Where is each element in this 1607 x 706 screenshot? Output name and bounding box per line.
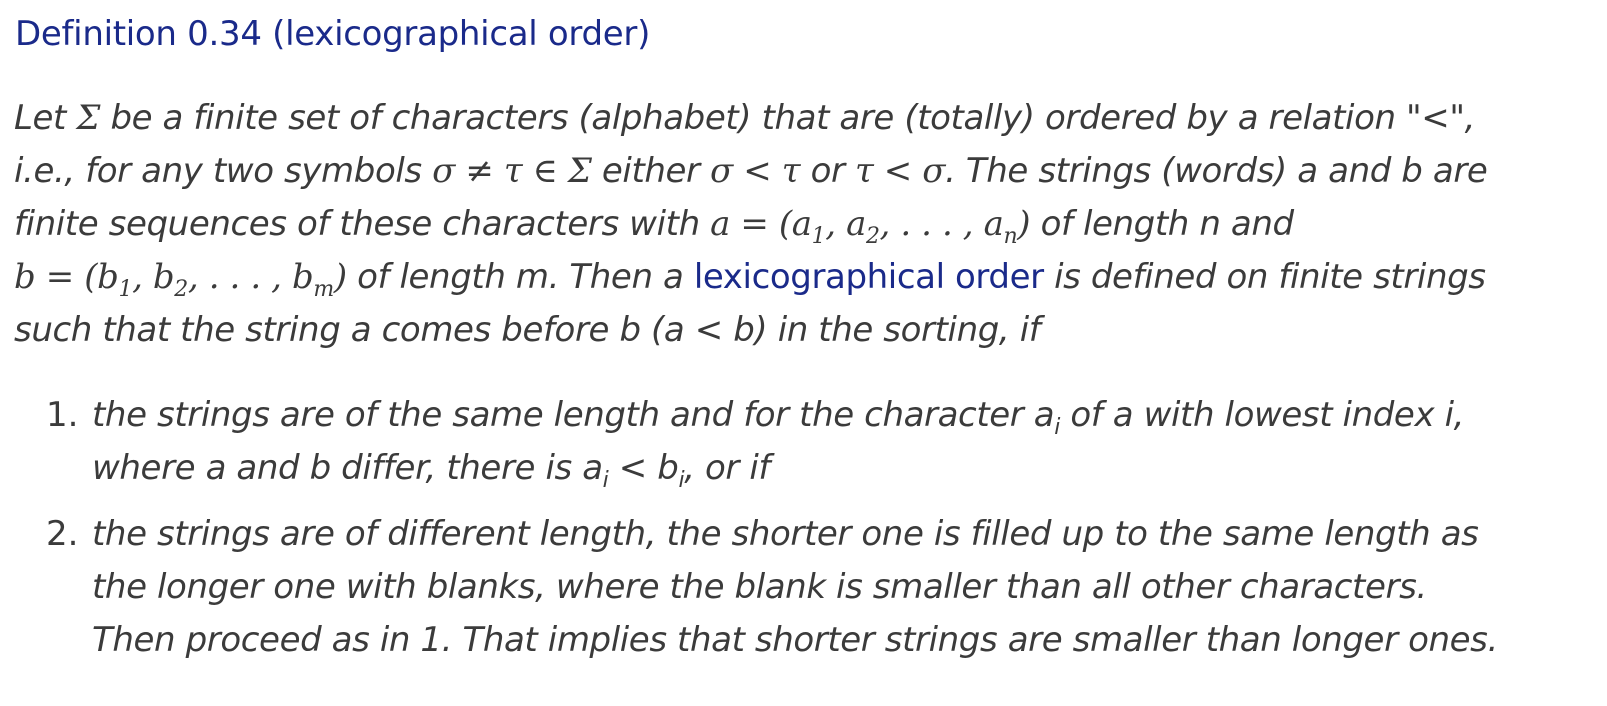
- text-span: be a finite set of characters (alphabet)…: [100, 98, 1476, 138]
- list-number: 2.: [46, 514, 79, 554]
- paragraph-line-1: Let Σ be a finite set of characters (alp…: [14, 98, 1475, 138]
- math-expression: , . . . , b: [187, 257, 314, 297]
- text-span: , or if: [684, 448, 771, 488]
- text-span: . The strings (words) a and b are: [945, 151, 1488, 191]
- math-expression: b = (b: [14, 257, 119, 297]
- text-span: of length m. Then a: [346, 257, 694, 297]
- definition-heading: Definition 0.34 (lexicographical order): [15, 14, 651, 54]
- list-item-2-line-1: the strings are of different length, the…: [92, 514, 1479, 554]
- math-subscript: 2: [174, 276, 188, 302]
- defined-term: lexicographical order: [693, 257, 1044, 297]
- math-expression: τ < σ: [854, 151, 946, 191]
- paragraph-line-3: finite sequences of these characters wit…: [14, 204, 1294, 247]
- math-expression: ): [333, 257, 347, 297]
- math-sigma: Σ: [76, 98, 101, 138]
- definition-page: Definition 0.34 (lexicographical order) …: [0, 0, 1607, 706]
- list-item-2-line-2: the longer one with blanks, where the bl…: [92, 567, 1427, 607]
- math-expression: σ < τ: [710, 151, 801, 191]
- math-expression: , a: [825, 204, 866, 244]
- math-expression: ): [1017, 204, 1031, 244]
- math-expression: σ ≠ τ ∈ Σ: [432, 151, 592, 191]
- text-span: where a and b differ, there is a: [92, 448, 603, 488]
- paragraph-line-2: i.e., for any two symbols σ ≠ τ ∈ Σ eith…: [14, 151, 1488, 191]
- paragraph-line-4: b = (b1, b2, . . . , bm) of length m. Th…: [14, 257, 1486, 300]
- math-subscript: m: [313, 276, 334, 302]
- math-subscript: 1: [811, 223, 826, 249]
- text-span: the strings are of the same length and f…: [92, 395, 1055, 435]
- text-span: Let: [14, 98, 77, 138]
- math-subscript: n: [1003, 223, 1018, 249]
- list-item-1-line-1: the strings are of the same length and f…: [92, 395, 1465, 438]
- math-expression: a = (a: [710, 204, 812, 244]
- math-expression: , b: [132, 257, 175, 297]
- text-span: finite sequences of these characters wit…: [14, 204, 711, 244]
- paragraph-line-5: such that the string a comes before b (a…: [14, 310, 1041, 350]
- text-span: is defined on finite strings: [1043, 257, 1486, 297]
- math-subscript: 2: [865, 223, 880, 249]
- math-subscript: 1: [118, 276, 133, 302]
- text-span: or: [800, 151, 855, 191]
- math-expression: , . . . , a: [879, 204, 1004, 244]
- text-span: of a with lowest index i,: [1059, 395, 1465, 435]
- text-span: i.e., for any two symbols: [14, 151, 433, 191]
- text-span: either: [591, 151, 711, 191]
- math-expression: < b: [608, 448, 679, 488]
- list-item-2-line-3: Then proceed as in 1. That implies that …: [92, 620, 1498, 660]
- list-number: 1.: [46, 395, 79, 435]
- text-span: of length n and: [1030, 204, 1294, 244]
- list-item-1-line-2: where a and b differ, there is ai < bi, …: [92, 448, 771, 491]
